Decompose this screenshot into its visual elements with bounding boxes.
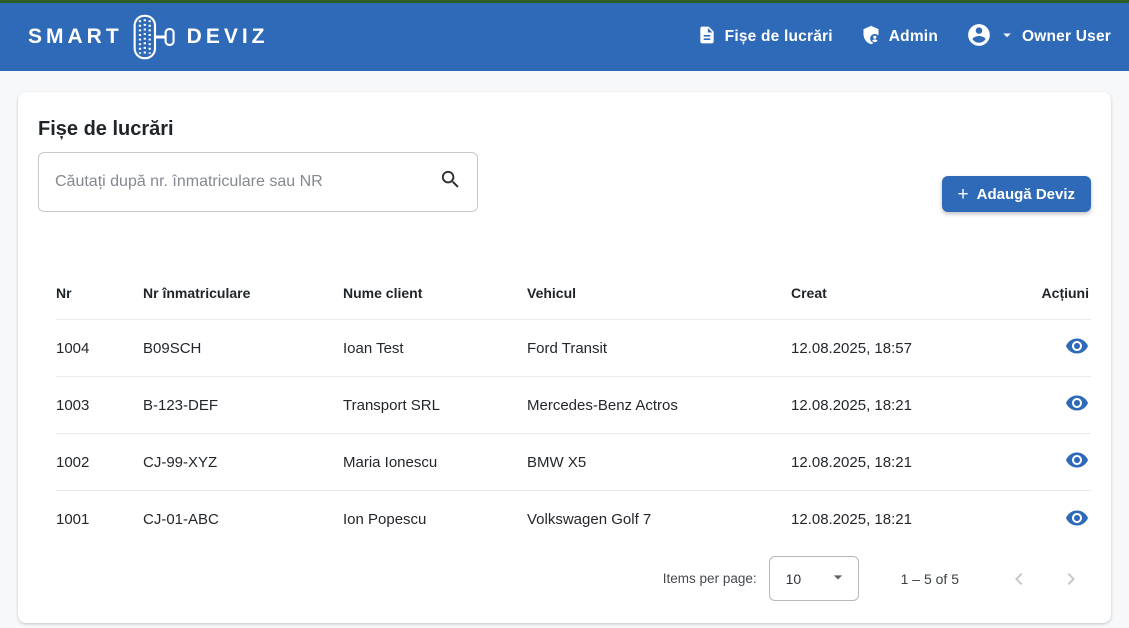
cell-plate: CJ-01-ABC (143, 511, 343, 528)
page-range-label: 1 – 5 of 5 (901, 571, 959, 587)
cell-plate: B09SCH (143, 340, 343, 357)
eye-icon (1065, 518, 1089, 533)
nav-item-label: Fișe de lucrări (725, 28, 833, 46)
cell-vehicle: Ford Transit (527, 340, 791, 357)
caret-down-icon (998, 26, 1016, 49)
view-button[interactable] (1065, 391, 1089, 415)
nav-item-admin[interactable]: Admin (861, 25, 938, 50)
page-size-value: 10 (786, 571, 802, 587)
search-input[interactable] (38, 152, 478, 212)
cell-vehicle: BMW X5 (527, 454, 791, 471)
previous-page-button[interactable] (999, 559, 1039, 599)
col-header-actions: Acțiuni (1022, 285, 1091, 301)
caret-down-icon (828, 567, 848, 590)
cell-nr: 1001 (56, 511, 143, 528)
cell-plate: CJ-99-XYZ (143, 454, 343, 471)
user-name: Owner User (1022, 28, 1111, 46)
col-header-vehicle: Vehicul (527, 285, 791, 301)
col-header-client: Nume client (343, 285, 527, 301)
admin-shield-icon (861, 25, 881, 50)
chevron-left-icon (1007, 567, 1031, 591)
items-per-page-label: Items per page: (663, 571, 757, 586)
cell-vehicle: Volkswagen Golf 7 (527, 511, 791, 528)
add-deviz-label: Adaugă Deviz (977, 186, 1075, 203)
tire-axle-icon (132, 14, 178, 60)
table-row: 1001 CJ-01-ABC Ion Popescu Volkswagen Go… (56, 491, 1091, 548)
col-header-nr: Nr (56, 285, 143, 301)
cell-client: Maria Ionescu (343, 454, 527, 471)
cell-plate: B-123-DEF (143, 397, 343, 414)
search-icon[interactable] (439, 168, 462, 196)
view-button[interactable] (1065, 448, 1089, 472)
add-deviz-button[interactable]: + Adaugă Deviz (942, 176, 1091, 212)
cell-client: Ioan Test (343, 340, 527, 357)
toolbar-row: + Adaugă Deviz (38, 152, 1091, 212)
page-size-select[interactable]: 10 (769, 556, 859, 601)
document-icon (697, 25, 717, 50)
view-button[interactable] (1065, 506, 1089, 530)
chevron-right-icon (1059, 567, 1083, 591)
cell-created: 12.08.2025, 18:57 (791, 340, 1022, 357)
next-page-button[interactable] (1051, 559, 1091, 599)
cell-created: 12.08.2025, 18:21 (791, 511, 1022, 528)
cell-vehicle: Mercedes-Benz Actros (527, 397, 791, 414)
cell-nr: 1002 (56, 454, 143, 471)
cell-client: Transport SRL (343, 397, 527, 414)
cell-created: 12.08.2025, 18:21 (791, 454, 1022, 471)
cell-nr: 1003 (56, 397, 143, 414)
user-menu[interactable]: Owner User (966, 22, 1111, 53)
table-header-row: Nr Nr înmatriculare Nume client Vehicul … (56, 266, 1091, 320)
logo-text-smart: SMART (28, 25, 123, 49)
col-header-plate: Nr înmatriculare (143, 285, 343, 301)
table-row: 1003 B-123-DEF Transport SRL Mercedes-Be… (56, 377, 1091, 434)
logo-text-deviz: DEVIZ (187, 25, 269, 49)
table-row: 1004 B09SCH Ioan Test Ford Transit 12.08… (56, 320, 1091, 377)
cell-created: 12.08.2025, 18:21 (791, 397, 1022, 414)
page-title: Fișe de lucrări (38, 118, 1091, 141)
app-logo[interactable]: SMART DEVIZ (28, 14, 269, 60)
page-content: Fișe de lucrări + Adaugă Deviz Nr Nr înm… (0, 71, 1129, 628)
worksheets-card: Fișe de lucrări + Adaugă Deviz Nr Nr înm… (18, 92, 1111, 623)
cell-nr: 1004 (56, 340, 143, 357)
view-button[interactable] (1065, 334, 1089, 358)
paginator: Items per page: 10 1 – 5 of 5 (663, 556, 1091, 601)
main-nav: Fișe de lucrări Admin Owner User (697, 22, 1111, 53)
plus-icon: + (958, 185, 969, 204)
account-circle-icon (966, 22, 992, 53)
eye-icon (1065, 460, 1089, 475)
eye-icon (1065, 403, 1089, 418)
search-box (38, 152, 478, 212)
nav-item-label: Admin (889, 28, 938, 46)
app-header: SMART DEVIZ Fișe de lucrări (0, 3, 1129, 71)
nav-item-fise-de-lucrari[interactable]: Fișe de lucrări (697, 25, 833, 50)
eye-icon (1065, 346, 1089, 361)
worksheets-table: Nr Nr înmatriculare Nume client Vehicul … (38, 266, 1091, 548)
col-header-created: Creat (791, 285, 1022, 301)
cell-client: Ion Popescu (343, 511, 527, 528)
table-row: 1002 CJ-99-XYZ Maria Ionescu BMW X5 12.0… (56, 434, 1091, 491)
